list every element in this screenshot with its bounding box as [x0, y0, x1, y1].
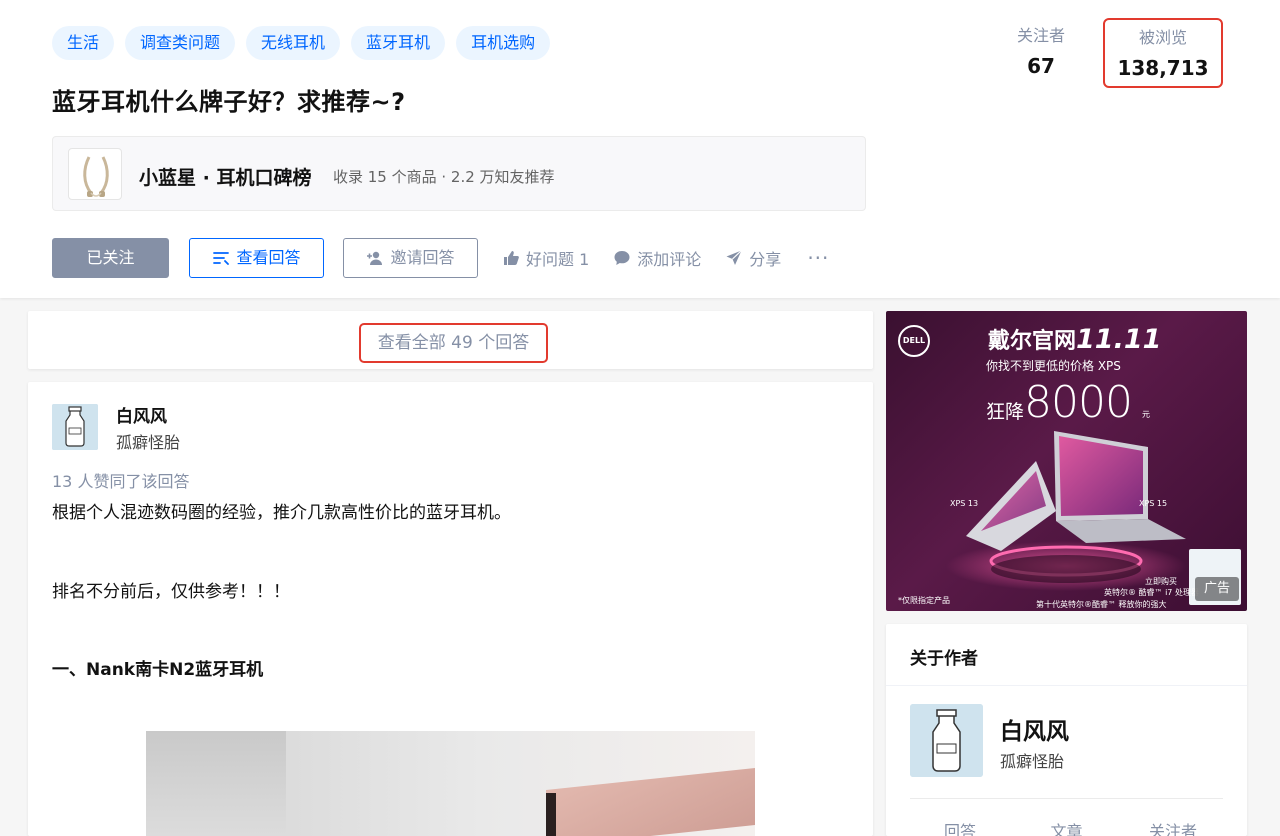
ad-headline-text: 戴尔官网 — [988, 329, 1077, 354]
answers-stat-label[interactable]: 回答 — [910, 818, 1010, 836]
ad-subtitle: 你找不到更低的价格 XPS — [986, 359, 1121, 373]
views-count: 138,713 — [1117, 56, 1209, 80]
about-author-avatar[interactable] — [910, 704, 983, 777]
ad-price: 8000 — [1024, 377, 1133, 428]
ad-model-label: XPS 15 — [1139, 499, 1168, 508]
thumbs-up-icon — [502, 249, 520, 267]
followers-label: 关注者 — [1016, 26, 1065, 45]
answer-paragraph: 排名不分前后，仅供参考！！！ — [52, 582, 290, 602]
views-label: 被浏览 — [1138, 28, 1187, 47]
share-button[interactable]: 分享 — [725, 238, 781, 278]
image-shape — [546, 768, 755, 836]
image-shape — [546, 793, 556, 836]
ad-model-label: XPS 13 — [950, 499, 979, 508]
author-name[interactable]: 白风风 — [116, 402, 167, 427]
share-label: 分享 — [749, 250, 782, 269]
question-stats: 关注者 67 被浏览 138,713 — [981, 18, 1223, 88]
earphone-thumbnail — [68, 148, 122, 200]
followers-stat[interactable]: 关注者 67 — [981, 18, 1101, 88]
view-all-answers-link[interactable]: 查看全部 49 个回答 — [359, 323, 548, 363]
ad-buy-now[interactable]: 立即购买 — [1145, 576, 1177, 587]
followed-button[interactable]: 已关注 — [52, 238, 169, 278]
good-question-label: 好问题 1 — [526, 250, 590, 269]
about-author-stats: 回答 文章 关注者 — [910, 818, 1223, 836]
answer-paragraph: 根据个人混迹数码圈的经验，推介几款高性价比的蓝牙耳机。 — [52, 503, 511, 523]
ranking-title: 小蓝星 · 耳机口碑榜 — [139, 167, 312, 189]
invite-answer-button[interactable]: 邀请回答 — [343, 238, 478, 278]
dell-advertisement[interactable]: DELL 戴尔官网11.11 你找不到更低的价格 XPS 狂降 8000 元 X… — [886, 311, 1247, 611]
comment-bubble-icon — [613, 249, 631, 267]
add-comment-button[interactable]: 添加评论 — [613, 238, 701, 278]
ad-cpu-text: 英特尔® 酷睿™ i7 处理器 — [1104, 588, 1199, 597]
good-question-button[interactable]: 好问题 1 — [502, 238, 589, 278]
about-author-name[interactable]: 白风风 — [1000, 712, 1069, 746]
view-all-answers-bar: 查看全部 49 个回答 — [28, 311, 873, 369]
view-answers-button[interactable]: 查看回答 — [189, 238, 324, 278]
divider — [886, 685, 1247, 686]
invite-answer-label: 邀请回答 — [390, 248, 455, 267]
topic-tag[interactable]: 蓝牙耳机 — [351, 26, 446, 60]
ranking-card[interactable]: 小蓝星 · 耳机口碑榜 收录 15 个商品 · 2.2 万知友推荐 — [52, 136, 866, 211]
ad-footnote: *仅限指定产品 — [898, 596, 950, 605]
author-bio: 孤癖怪胎 — [116, 433, 181, 452]
ad-price-unit: 元 — [1142, 410, 1150, 419]
answer-product-image[interactable] — [146, 731, 755, 836]
ad-price-label: 狂降 — [986, 401, 1025, 423]
add-comment-label: 添加评论 — [637, 250, 702, 269]
author-avatar[interactable] — [52, 404, 98, 450]
views-stat: 被浏览 138,713 — [1103, 18, 1223, 88]
divider — [910, 798, 1223, 799]
add-user-icon — [366, 250, 384, 266]
list-icon — [212, 250, 230, 266]
question-header: 生活 调查类问题 无线耳机 蓝牙耳机 耳机选购 蓝牙耳机什么牌子好？求推荐~? … — [0, 0, 1280, 298]
ad-headline-number: 11.11 — [1076, 324, 1162, 355]
question-title[interactable]: 蓝牙耳机什么牌子好？求推荐~? — [52, 82, 406, 117]
followers-count: 67 — [1027, 54, 1055, 78]
topic-list: 生活 调查类问题 无线耳机 蓝牙耳机 耳机选购 — [52, 26, 551, 60]
followers-stat-label[interactable]: 关注者 — [1123, 818, 1223, 836]
view-answers-label: 查看回答 — [236, 248, 301, 267]
topic-tag[interactable]: 无线耳机 — [246, 26, 341, 60]
ad-headline: 戴尔官网11.11 — [988, 323, 1161, 355]
topic-tag[interactable]: 调查类问题 — [125, 26, 236, 60]
answer-card: 白风风 孤癖怪胎 13 人赞同了该回答 根据个人混迹数码圈的经验，推介几款高性价… — [28, 382, 873, 836]
ranking-meta: 收录 15 个商品 · 2.2 万知友推荐 — [333, 168, 555, 186]
about-author-bio: 孤癖怪胎 — [1000, 752, 1065, 771]
paper-plane-icon — [725, 249, 743, 267]
more-dots-icon[interactable]: ··· — [807, 246, 829, 270]
about-author-title: 关于作者 — [910, 649, 978, 669]
about-author-card: 关于作者 白风风 孤癖怪胎 回答 文章 关注者 — [886, 624, 1247, 836]
answer-heading: 一、Nank南卡N2蓝牙耳机 — [52, 660, 264, 680]
articles-stat-label[interactable]: 文章 — [1017, 818, 1117, 836]
ad-cpu-text: 第十代英特尔®酷睿™ 释放你的强大 — [1036, 600, 1167, 609]
vote-summary: 13 人赞同了该回答 — [52, 472, 190, 491]
dell-logo: DELL — [898, 325, 930, 357]
question-actions: 已关注 查看回答 邀请回答 好问题 1 添加评论 分享 ··· — [52, 238, 829, 278]
topic-tag[interactable]: 生活 — [52, 26, 115, 60]
ad-badge: 广告 — [1195, 577, 1239, 601]
image-shape — [146, 731, 286, 836]
topic-tag[interactable]: 耳机选购 — [456, 26, 551, 60]
